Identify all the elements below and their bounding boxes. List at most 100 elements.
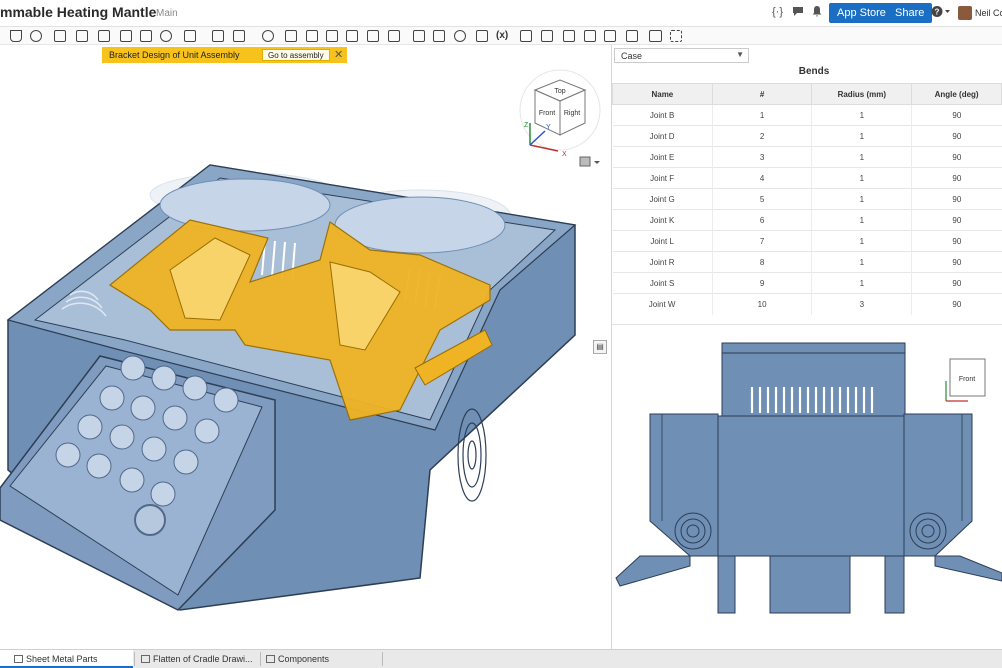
share-button[interactable]: Share <box>887 3 933 23</box>
extrude-icon[interactable] <box>30 30 42 42</box>
add-icon[interactable] <box>670 30 682 42</box>
chevron-down-icon: ▼ <box>736 50 744 59</box>
bend-name-cell: Joint D <box>612 125 713 147</box>
comments-icon[interactable] <box>792 6 804 20</box>
assembly-notification: Bracket Design of Unit Assembly Go to as… <box>102 47 347 63</box>
check-icon[interactable] <box>563 30 575 42</box>
fillet-icon[interactable] <box>140 30 152 42</box>
table-row[interactable]: Joint E 3 1 90 <box>612 146 1002 168</box>
close-icon[interactable]: ✕ <box>334 48 343 61</box>
versions-icon[interactable]: {·} <box>772 6 783 18</box>
bend-name-cell: Joint W <box>612 293 713 315</box>
bend-angle-cell: 90 <box>911 230 1002 252</box>
notification-text: Bracket Design of Unit Assembly <box>109 50 240 60</box>
tab-flatten-drawing[interactable]: Flatten of Cradle Drawi... <box>135 650 259 668</box>
bend-name-cell: Joint L <box>612 230 713 252</box>
table-row[interactable]: Joint R 8 1 90 <box>612 251 1002 273</box>
bend-angle-cell: 90 <box>911 251 1002 273</box>
table-row[interactable]: Joint F 4 1 90 <box>612 167 1002 189</box>
bend-name-cell: Joint B <box>612 104 713 126</box>
feature-script-icon[interactable] <box>649 30 662 42</box>
corner-icon[interactable] <box>476 30 488 42</box>
flat-pattern-render[interactable]: Front <box>612 325 1002 649</box>
plane-icon[interactable] <box>306 30 318 42</box>
app-store-button[interactable]: App Store <box>829 3 894 23</box>
bend-angle-cell: 90 <box>911 209 1002 231</box>
joint-icon[interactable] <box>454 30 466 42</box>
go-to-assembly-button[interactable]: Go to assembly <box>262 49 330 61</box>
bend-name-cell: Joint F <box>612 167 713 189</box>
helix-icon[interactable] <box>326 30 338 42</box>
flat-view-cube-front-label: Front <box>959 376 975 383</box>
part-select[interactable]: Case ▼ <box>614 48 749 63</box>
bend-name-cell: Joint G <box>612 188 713 210</box>
help-icon[interactable]: ? <box>931 5 951 21</box>
table-icon[interactable] <box>604 30 616 42</box>
split-icon[interactable] <box>233 30 245 42</box>
bend-angle-cell: 90 <box>911 146 1002 168</box>
pattern-icon[interactable] <box>184 30 196 42</box>
table-row[interactable]: Joint L 7 1 90 <box>612 230 1002 252</box>
sweep-icon[interactable] <box>76 30 88 42</box>
transform-icon[interactable] <box>262 30 274 42</box>
table-row[interactable]: Joint D 2 1 90 <box>612 125 1002 147</box>
branch-label[interactable]: Main <box>156 8 178 19</box>
column-header-radius[interactable]: Radius (mm) <box>811 83 913 105</box>
tab-components[interactable]: Components <box>261 650 381 668</box>
table-row[interactable]: Joint W 10 3 90 <box>612 293 1002 315</box>
column-header-number[interactable]: # <box>711 83 813 105</box>
form-icon[interactable] <box>433 30 445 42</box>
table-row[interactable]: Joint G 5 1 90 <box>612 188 1002 210</box>
flat-icon[interactable] <box>626 30 638 42</box>
bend-angle-cell: 90 <box>911 104 1002 126</box>
bend-radius-cell: 1 <box>811 104 912 126</box>
user-avatar[interactable] <box>958 6 972 20</box>
tab-divider <box>382 652 383 666</box>
sketch-icon[interactable] <box>10 30 22 42</box>
column-header-name[interactable]: Name <box>612 83 713 105</box>
bend-number-cell: 4 <box>711 167 812 189</box>
flange-icon[interactable] <box>367 30 379 42</box>
bend-radius-cell: 1 <box>811 230 912 252</box>
bend-radius-cell: 1 <box>811 146 912 168</box>
table-row[interactable]: Joint S 9 1 90 <box>612 272 1002 294</box>
bend-radius-cell: 1 <box>811 125 912 147</box>
appearance-icon[interactable] <box>584 30 596 42</box>
table-row[interactable]: Joint K 6 1 90 <box>612 209 1002 231</box>
table-row[interactable]: Joint B 1 1 90 <box>612 104 1002 126</box>
thicken-icon[interactable] <box>120 30 132 42</box>
drawing-icon <box>141 655 150 663</box>
sheet-metal-icon[interactable] <box>346 30 358 42</box>
tab-icon[interactable] <box>388 30 400 42</box>
flat-pattern-view[interactable]: Front <box>612 324 1002 649</box>
measure-icon[interactable] <box>520 30 532 42</box>
document-title[interactable]: mmable Heating Mantle <box>0 4 156 20</box>
view-cube[interactable]: Top Front Right Z X Y <box>510 65 605 180</box>
folder-icon <box>266 655 275 663</box>
bends-table: Name # Radius (mm) Angle (deg) Joint B11… <box>612 83 1002 315</box>
bend-icon[interactable] <box>413 30 425 42</box>
bend-name-cell: Joint R <box>612 251 713 273</box>
section-icon[interactable] <box>541 30 553 42</box>
graphics-viewport[interactable]: Top Front Right Z X Y <box>0 45 611 649</box>
panel-toggle-icon[interactable]: ▤ <box>593 340 607 354</box>
chamfer-icon[interactable] <box>160 30 172 42</box>
document-header: mmable Heating Mantle Main {·} App Store… <box>0 0 1002 27</box>
bend-radius-cell: 1 <box>811 209 912 231</box>
user-name[interactable]: Neil Co <box>975 8 1002 18</box>
loft-icon[interactable] <box>98 30 110 42</box>
bend-name-cell: Joint K <box>612 209 713 231</box>
bend-number-cell: 10 <box>711 293 812 315</box>
boolean-icon[interactable] <box>212 30 224 42</box>
column-header-angle[interactable]: Angle (deg) <box>911 83 1002 105</box>
notifications-icon[interactable] <box>812 6 822 20</box>
tab-sheet-metal-parts[interactable]: Sheet Metal Parts <box>0 650 133 668</box>
revolve-icon[interactable] <box>54 30 66 42</box>
bend-angle-cell: 90 <box>911 293 1002 315</box>
bend-radius-cell: 1 <box>811 167 912 189</box>
svg-text:?: ? <box>935 8 940 17</box>
mirror-icon[interactable] <box>285 30 297 42</box>
bend-number-cell: 2 <box>711 125 812 147</box>
bend-number-cell: 6 <box>711 209 812 231</box>
variable-icon[interactable]: (x) <box>496 30 508 41</box>
